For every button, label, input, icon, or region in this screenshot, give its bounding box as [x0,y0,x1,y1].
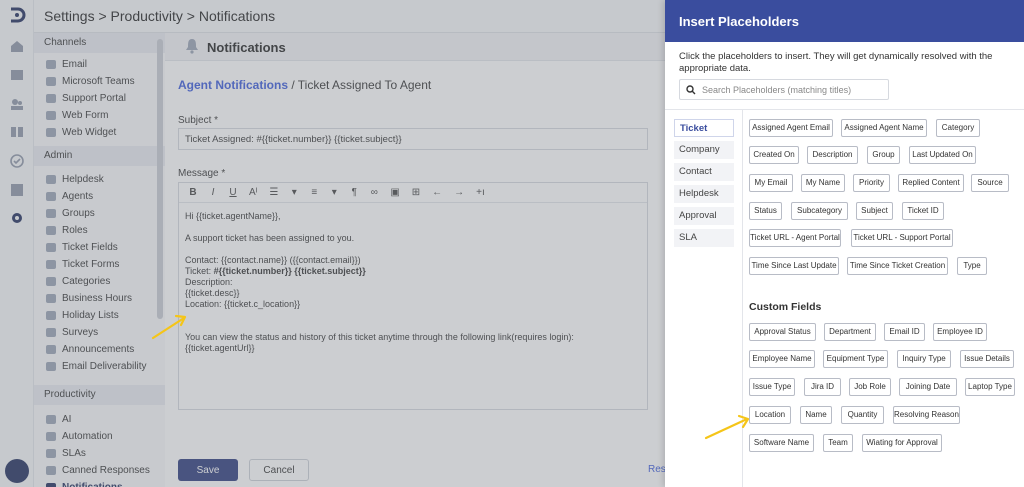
annotation-arrow-icon [151,314,187,340]
placeholder-chip[interactable]: Joining Date [899,378,957,396]
placeholder-chip[interactable]: Issue Type [749,378,795,396]
placeholder-chip[interactable]: Status [749,202,782,220]
placeholder-chip[interactable]: Jira ID [804,378,841,396]
placeholder-chip[interactable]: Employee Name [749,350,815,368]
placeholder-chip[interactable]: Equipment Type [823,350,888,368]
category-tab-approval[interactable]: Approval [674,207,734,225]
drawer-description: Click the placeholders to insert. They w… [679,51,993,74]
category-list: Ticket Company Contact Helpdesk Approval… [674,119,734,251]
category-tab-ticket[interactable]: Ticket [674,119,734,137]
placeholder-chip[interactable]: Source [971,174,1009,192]
placeholder-chip[interactable]: Laptop Type [965,378,1015,396]
placeholder-chip[interactable]: Last Updated On [909,146,976,164]
drawer-title: Insert Placeholders [665,0,1024,42]
placeholder-chip[interactable]: Wiating for Approval [862,434,942,452]
placeholder-chip[interactable]: Inquiry Type [897,350,951,368]
placeholder-chip[interactable]: Time Since Ticket Creation [847,257,948,275]
placeholder-chip[interactable]: Created On [749,146,799,164]
placeholder-search[interactable] [679,79,889,100]
search-icon [686,85,696,95]
placeholder-chip[interactable]: My Email [749,174,793,192]
modal-backdrop[interactable] [0,0,665,487]
placeholder-chip[interactable]: Quantity [841,406,884,424]
placeholder-chip[interactable]: Assigned Agent Name [841,119,927,137]
placeholder-chip[interactable]: Issue Details [960,350,1014,368]
placeholder-chip[interactable]: Department [824,323,876,341]
category-tab-company[interactable]: Company [674,141,734,159]
placeholder-chip[interactable]: Time Since Last Update [749,257,839,275]
placeholder-chip[interactable]: Assigned Agent Email [749,119,833,137]
placeholder-chip[interactable]: Description [807,146,858,164]
custom-fields-title: Custom Fields [749,301,822,313]
placeholder-chip[interactable]: Resolving Reason [893,406,960,424]
placeholder-chip-location[interactable]: Location [749,406,791,424]
placeholder-chip[interactable]: Ticket ID [902,202,944,220]
placeholder-chip[interactable]: My Name [801,174,845,192]
placeholder-chip[interactable]: Name [800,406,832,424]
placeholder-chip[interactable]: Subcategory [791,202,848,220]
placeholder-chip[interactable]: Category [936,119,980,137]
placeholder-chip[interactable]: Approval Status [749,323,816,341]
placeholder-chip[interactable]: Software Name [749,434,814,452]
placeholder-chip[interactable]: Email ID [884,323,925,341]
placeholder-chip[interactable]: Employee ID [933,323,987,341]
placeholder-chip[interactable]: Job Role [849,378,891,396]
placeholder-chip[interactable]: Replied Content [898,174,964,192]
category-tab-sla[interactable]: SLA [674,229,734,247]
placeholder-chip[interactable]: Subject [856,202,893,220]
placeholder-chip[interactable]: Ticket URL - Agent Portal [749,229,841,247]
category-tab-contact[interactable]: Contact [674,163,734,181]
annotation-arrow-icon [704,414,750,440]
placeholder-chip[interactable]: Type [957,257,987,275]
placeholder-chip[interactable]: Group [867,146,900,164]
category-tab-helpdesk[interactable]: Helpdesk [674,185,734,203]
placeholder-chip[interactable]: Priority [853,174,890,192]
placeholder-chip[interactable]: Ticket URL - Support Portal [851,229,953,247]
divider [665,109,1024,110]
search-input[interactable] [702,83,882,97]
placeholder-chip[interactable]: Team [823,434,853,452]
